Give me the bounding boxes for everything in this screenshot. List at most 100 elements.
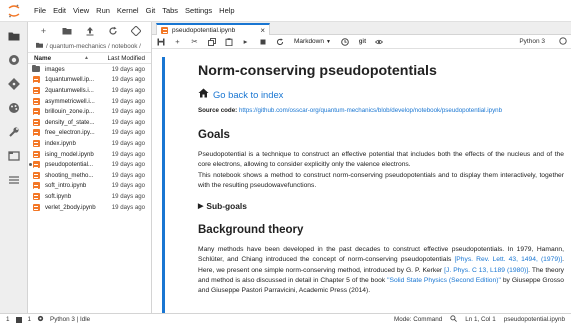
close-icon[interactable]: × <box>260 26 265 35</box>
file-name: free_electron.ipy... <box>45 129 95 137</box>
goals-paragraph-2: This notebook shows a method to construc… <box>198 172 564 190</box>
column-modified-header[interactable]: Last Modified <box>99 55 145 62</box>
menu-git[interactable]: Git <box>146 6 156 15</box>
reference-link-prl[interactable]: [Phys. Rev. Lett. 43, 1494, (1979)] <box>454 256 562 263</box>
file-name: soft.ipynb <box>45 192 72 200</box>
menu-help[interactable]: Help <box>219 6 234 15</box>
cell-type-select[interactable]: Markdown ▼ <box>292 38 333 45</box>
file-row[interactable]: index.ipynb 19 days ago <box>28 138 151 149</box>
restart-icon[interactable] <box>275 37 284 47</box>
save-icon[interactable] <box>156 37 165 47</box>
running-sessions-icon[interactable] <box>6 52 22 68</box>
file-row[interactable]: shooting_metho... 19 days ago <box>28 170 151 181</box>
tab-notebook[interactable]: pseudopotential.ipynb × <box>156 23 270 35</box>
table-of-contents-icon[interactable] <box>6 172 22 188</box>
subgoals-heading[interactable]: ▶ Sub-goals <box>198 201 564 211</box>
status-count-2[interactable]: 1 <box>28 316 32 323</box>
tab-bar: pseudopotential.ipynb × <box>152 22 571 35</box>
file-row[interactable]: soft_intro.ipynb 19 days ago <box>28 181 151 192</box>
active-cell-indicator <box>162 57 165 313</box>
file-row[interactable]: free_electron.ipy... 19 days ago <box>28 128 151 139</box>
file-row[interactable]: images 19 days ago <box>28 64 151 75</box>
file-name: index.ipynb <box>45 139 76 147</box>
git-clone-icon[interactable] <box>130 25 142 37</box>
markdown-cell[interactable]: Norm-conserving pseudopotentials Go back… <box>198 62 564 297</box>
cursor-position[interactable]: Ln 1, Col 1 <box>465 316 495 323</box>
file-modified: 19 days ago <box>111 129 145 137</box>
status-count-1[interactable]: 1 <box>6 316 10 323</box>
caret-up-icon[interactable]: ▲ <box>84 55 89 62</box>
menu-view[interactable]: View <box>73 6 89 15</box>
file-browser-toolbar: + <box>28 22 151 40</box>
file-modified: 19 days ago <box>111 192 145 200</box>
notebook-toolbar: + ✂ ▸ Markdown ▼ git Python 3 <box>152 35 571 49</box>
home-icon <box>198 88 209 100</box>
terminal-icon <box>15 316 22 323</box>
kernel-name[interactable]: Python 3 <box>519 38 551 45</box>
menu-tabs[interactable]: Tabs <box>162 6 178 15</box>
kernel-status-text[interactable]: Python 3 | Idle <box>50 316 90 323</box>
file-row[interactable]: brillouin_zone.ip... 19 days ago <box>28 106 151 117</box>
goals-paragraph-1: Pseudopotential is a technique to constr… <box>198 151 564 169</box>
file-row[interactable]: 1quantumwell.ip... 19 days ago <box>28 75 151 86</box>
clock-icon[interactable] <box>341 37 350 47</box>
reference-link-book[interactable]: "Solid State Physics (Second Edition)" <box>387 277 501 284</box>
file-modified: 19 days ago <box>111 118 145 126</box>
file-row[interactable]: pseudopotential... 19 days ago <box>28 159 151 170</box>
source-code-label: Source code: <box>198 107 238 114</box>
paste-icon[interactable] <box>224 37 233 47</box>
wrench-icon[interactable] <box>6 124 22 140</box>
file-row[interactable]: verlet_2body.ipynb 19 days ago <box>28 202 151 213</box>
file-row[interactable]: 2quantumwells.i... 19 days ago <box>28 85 151 96</box>
upload-icon[interactable] <box>84 25 96 37</box>
folder-icon[interactable] <box>6 28 22 44</box>
back-to-index-link[interactable]: Go back to index <box>198 88 564 100</box>
menu-settings[interactable]: Settings <box>185 6 212 15</box>
column-name-header[interactable]: Name <box>34 55 51 62</box>
breadcrumb-path[interactable]: / quantum-mechanics / notebook / <box>46 43 141 50</box>
file-modified: 19 days ago <box>111 65 145 73</box>
copy-icon[interactable] <box>207 37 216 47</box>
mode-indicator: Mode: Command <box>393 316 443 323</box>
menu-kernel[interactable]: Kernel <box>117 6 139 15</box>
file-row[interactable]: density_of_state... 19 days ago <box>28 117 151 128</box>
kernel-status-icon <box>559 36 567 47</box>
jupyterlab-window: File Edit View Run Kernel Git Tabs Setti… <box>0 0 571 325</box>
new-folder-icon[interactable] <box>61 25 73 37</box>
menu-run[interactable]: Run <box>96 6 110 15</box>
refresh-icon[interactable] <box>107 25 119 37</box>
search-icon[interactable] <box>450 315 458 324</box>
palette-icon[interactable] <box>6 100 22 116</box>
back-link-text[interactable]: Go back to index <box>213 89 283 100</box>
caret-right-icon[interactable]: ▶ <box>198 202 203 210</box>
tab-label: pseudopotential.ipynb <box>172 26 236 34</box>
page-title: Norm-conserving pseudopotentials <box>198 63 437 79</box>
notebook-icon <box>32 203 40 211</box>
notebook-icon <box>32 182 40 190</box>
source-code-link[interactable]: https://github.com/osscar-org/quantum-me… <box>239 107 502 114</box>
file-browser: + / quantum-mechanics / notebook / Name <box>28 22 152 313</box>
background-paragraph: Many methods have been developed in the … <box>198 245 564 295</box>
notebook-content[interactable]: Norm-conserving pseudopotentials Go back… <box>152 50 571 313</box>
new-launcher-icon[interactable]: + <box>38 25 50 37</box>
stop-icon[interactable] <box>258 37 267 47</box>
file-modified: 19 days ago <box>111 161 145 169</box>
file-row[interactable]: soft.ipynb 19 days ago <box>28 191 151 202</box>
notebook-icon <box>32 129 40 137</box>
file-row[interactable]: ising_model.ipynb 19 days ago <box>28 149 151 160</box>
run-icon[interactable]: ▸ <box>241 37 250 47</box>
insert-cell-icon[interactable]: + <box>173 37 182 47</box>
menu-file[interactable]: File <box>34 6 46 15</box>
git-diff-icon[interactable]: git <box>358 37 367 47</box>
cut-icon[interactable]: ✂ <box>190 37 199 47</box>
file-row[interactable]: asymmetricwell.i... 19 days ago <box>28 96 151 107</box>
notebook-icon <box>32 86 40 94</box>
git-icon[interactable] <box>6 76 22 92</box>
reference-link-jphys[interactable]: [J. Phys. C 13, L189 (1980)] <box>444 267 528 274</box>
tabs-icon[interactable] <box>6 148 22 164</box>
main-area: pseudopotential.ipynb × + ✂ ▸ Markdown ▼… <box>152 22 571 313</box>
eye-icon[interactable] <box>375 37 384 47</box>
breadcrumb-folder-icon[interactable] <box>36 42 43 50</box>
menu-edit[interactable]: Edit <box>53 6 66 15</box>
file-modified: 19 days ago <box>111 171 145 179</box>
